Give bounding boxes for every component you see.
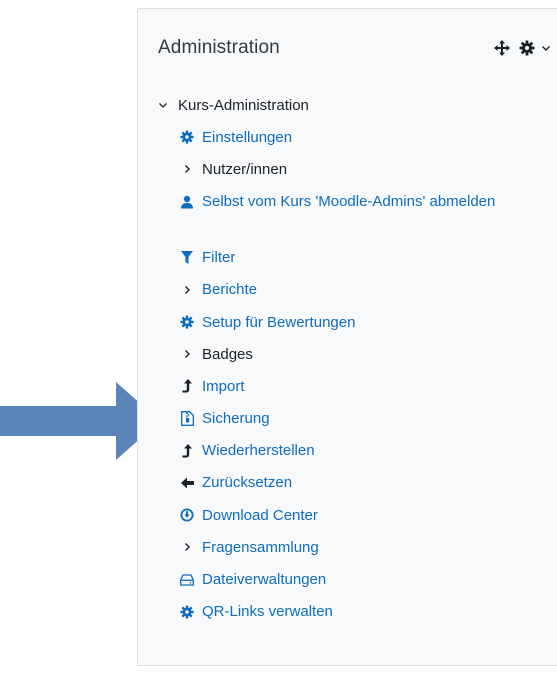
tree-item-label: Fragensammlung <box>202 538 319 556</box>
tree-item-label: Badges <box>202 345 253 363</box>
tree-item-label: Nutzer/innen <box>202 160 288 178</box>
tree-item-label: Selbst vom Kurs 'Moodle-Admins' abmelden <box>202 192 496 210</box>
tree-item-qr-links[interactable]: QR-Links verwalten <box>158 596 510 628</box>
tree-item-zuruecksetzen[interactable]: Zurücksetzen <box>158 467 510 499</box>
tree-item-label: Zurücksetzen <box>202 474 293 492</box>
administration-block: Administration Kurs-Administration Einst… <box>137 8 557 666</box>
tree-item-label: Setup für Bewertungen <box>202 313 356 331</box>
tree-item-label: QR-Links verwalten <box>202 603 333 621</box>
move-icon[interactable] <box>493 39 511 57</box>
chevron-right-icon <box>180 283 194 297</box>
download-circle-icon <box>180 508 194 522</box>
tree-item-import[interactable]: Import <box>158 370 510 402</box>
chevron-right-icon <box>180 162 194 176</box>
tree-item-label: Filter <box>202 249 236 267</box>
pointer-arrow <box>0 382 160 460</box>
block-title: Administration <box>158 37 280 58</box>
block-controls <box>493 39 551 57</box>
tree-item-fragensammlung[interactable]: Fragensammlung <box>158 531 510 563</box>
tree-item-nutzer-innen[interactable]: Nutzer/innen <box>158 153 510 185</box>
tree-item-einstellungen[interactable]: Einstellungen <box>158 121 510 153</box>
block-header: Administration <box>158 37 557 67</box>
arrow-left-icon <box>180 476 194 490</box>
tree-item-label: Dateiverwaltungen <box>202 571 327 589</box>
tree-item-sicherung[interactable]: Sicherung <box>158 403 510 435</box>
chevron-right-icon <box>180 347 194 361</box>
gear-icon <box>180 315 194 329</box>
chevron-right-icon <box>180 540 194 554</box>
tree-item-label: Download Center <box>202 506 318 524</box>
level-up-icon <box>180 443 194 458</box>
tree-item-badges[interactable]: Badges <box>158 338 510 370</box>
tree-item-filter[interactable]: Filter <box>158 242 510 274</box>
gear-icon <box>180 130 194 144</box>
tree-item-wiederherstellen[interactable]: Wiederherstellen <box>158 435 510 467</box>
gear-icon <box>180 605 194 619</box>
tree-item-label: Einstellungen <box>202 128 293 146</box>
tree-item-selbst-abmelden[interactable]: Selbst vom Kurs 'Moodle-Admins' abmelden <box>158 186 510 242</box>
level-up-icon <box>180 379 194 393</box>
chevron-down-icon[interactable] <box>541 43 551 53</box>
tree-root-kurs-administration[interactable]: Kurs-Administration <box>158 89 510 121</box>
hdd-icon <box>180 573 194 587</box>
gear-icon[interactable] <box>519 40 535 56</box>
tree-item-setup-bewertungen[interactable]: Setup für Bewertungen <box>158 306 510 338</box>
admin-tree: Kurs-Administration Einstellungen Nutzer… <box>158 89 510 628</box>
tree-item-label: Wiederherstellen <box>202 442 315 460</box>
tree-item-dateiverwaltungen[interactable]: Dateiverwaltungen <box>158 563 510 595</box>
tree-item-berichte[interactable]: Berichte <box>158 274 510 306</box>
filter-icon <box>180 251 194 265</box>
tree-root-label: Kurs-Administration <box>178 96 309 114</box>
chevron-down-icon <box>158 100 172 110</box>
tree-item-label: Berichte <box>202 281 258 299</box>
tree-item-label: Import <box>202 377 245 395</box>
tree-item-download-center[interactable]: Download Center <box>158 499 510 531</box>
tree-item-label: Sicherung <box>202 410 270 428</box>
file-archive-icon <box>180 411 194 427</box>
